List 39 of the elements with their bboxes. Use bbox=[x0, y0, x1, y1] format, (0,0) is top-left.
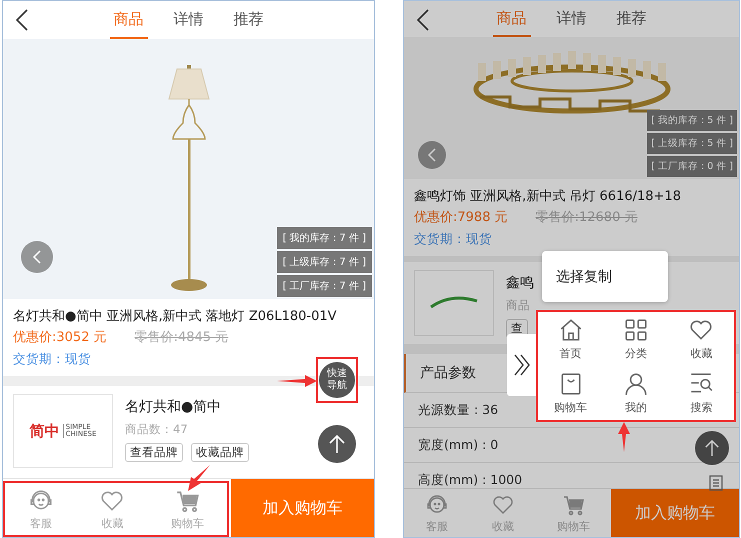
retail-price: 零售价:12680 元 bbox=[536, 209, 638, 226]
delivery-value: 现货 bbox=[65, 351, 91, 368]
stock-label: [ 我的库存 : 7 件 ] bbox=[276, 227, 372, 249]
back-icon[interactable] bbox=[416, 9, 430, 31]
tab[interactable]: 推荐 bbox=[612, 1, 650, 37]
tab[interactable]: 详情 bbox=[170, 1, 208, 39]
product-title: 名灯共和●简中 亚洲风格,新中式 落地灯 Z06L180-01V bbox=[13, 308, 338, 325]
previous-image-button[interactable] bbox=[21, 241, 53, 273]
collapse-button[interactable] bbox=[507, 334, 537, 396]
stock-label: [ 上级库存 : 5 件 ] bbox=[647, 133, 737, 154]
delivery-label: 交货期： bbox=[414, 231, 466, 248]
list-icon[interactable] bbox=[709, 475, 723, 491]
tab[interactable]: 详情 bbox=[552, 1, 590, 37]
grid-icon bbox=[622, 317, 649, 343]
sale-price: 优惠价:3052 元 bbox=[13, 329, 107, 346]
product-title: 鑫鸣灯饰 亚洲风格,新中式 吊灯 6616/18+18 bbox=[414, 188, 682, 205]
stock-label: [ 上级库存 : 7 件 ] bbox=[276, 251, 372, 273]
arrow-up-icon bbox=[704, 439, 720, 457]
arrow-up-icon bbox=[328, 434, 346, 454]
retail-price: 零售价:4845 元 bbox=[134, 329, 228, 346]
person-icon bbox=[622, 371, 649, 397]
back-icon[interactable] bbox=[15, 9, 29, 31]
product-count: 商品数：47 bbox=[125, 422, 189, 437]
delivery-label: 交货期： bbox=[13, 351, 65, 368]
chevron-left-icon bbox=[32, 250, 42, 264]
tab[interactable]: 推荐 bbox=[230, 1, 268, 39]
delivery-value: 现货 bbox=[466, 231, 492, 248]
product-count: 商品 bbox=[506, 298, 531, 313]
brand-button[interactable]: 收藏品牌 bbox=[191, 443, 249, 462]
chevron-left-icon bbox=[427, 148, 437, 162]
stock-label: [ 工厂库存 : 0 件 ] bbox=[647, 156, 737, 177]
stock-label: [ 我的库存 : 5 件 ] bbox=[647, 110, 737, 131]
stock-label: [ 工厂库存 : 7 件 ] bbox=[276, 275, 372, 297]
sale-price: 优惠价:7988 元 bbox=[414, 209, 508, 226]
double-chevron-icon bbox=[513, 354, 531, 376]
menu-item[interactable]: 选择复制 bbox=[542, 268, 612, 286]
brand-name: 名灯共和●简中 bbox=[125, 398, 222, 416]
brand-name: 鑫鸣 bbox=[506, 274, 534, 292]
brand-button[interactable]: 查看品牌 bbox=[125, 443, 183, 462]
